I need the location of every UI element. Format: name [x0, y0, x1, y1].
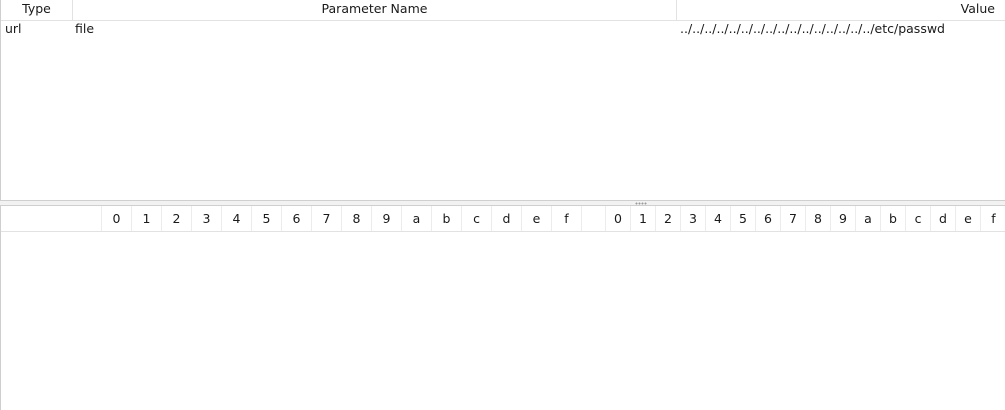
ascii-column-header: 2	[656, 206, 681, 231]
hex-column-header: 4	[222, 206, 252, 231]
ascii-column-header: 7	[781, 206, 806, 231]
param-value-cell: ../../../../../../../../../../../../../.…	[680, 21, 945, 36]
ascii-column-header: 5	[731, 206, 756, 231]
ascii-column-header: c	[906, 206, 931, 231]
ascii-column-header: 6	[756, 206, 781, 231]
hex-column-header: b	[432, 206, 462, 231]
hex-viewer-body[interactable]	[1, 232, 1005, 410]
ascii-column-header: 0	[606, 206, 631, 231]
hex-column-header: 0	[102, 206, 132, 231]
splitter-grip-icon[interactable]	[635, 202, 647, 205]
parameters-table[interactable]: Type Parameter Name Value url file ../..…	[0, 0, 1005, 201]
hex-ascii-separator	[582, 206, 606, 231]
ascii-column-header: e	[956, 206, 981, 231]
hex-column-header: 1	[132, 206, 162, 231]
param-type-cell: url	[5, 21, 22, 36]
ascii-column-header: b	[881, 206, 906, 231]
ascii-column-header: f	[991, 211, 996, 226]
ascii-column-header: 8	[806, 206, 831, 231]
column-header-parameter-name[interactable]: Parameter Name	[73, 0, 677, 20]
ascii-column-header: 9	[831, 206, 856, 231]
hex-column-header: 8	[342, 206, 372, 231]
ascii-column-header: 4	[706, 206, 731, 231]
hex-column-header: c	[462, 206, 492, 231]
hex-column-header: 5	[252, 206, 282, 231]
hex-column-header: e	[522, 206, 552, 231]
hex-column-header: d	[492, 206, 522, 231]
hex-column-header: 6	[282, 206, 312, 231]
hex-column-header: a	[402, 206, 432, 231]
parameters-table-header: Type Parameter Name Value	[1, 0, 1005, 21]
offset-column-header	[1, 206, 102, 231]
ascii-column-header: 1	[631, 206, 656, 231]
hex-viewer-header: 0123456789abcdef0123456789abcdef	[1, 206, 1005, 232]
hex-column-header: f	[552, 206, 582, 231]
request-inspector: Type Parameter Name Value url file ../..…	[0, 0, 1005, 410]
table-row[interactable]: url file ../../../../../../../../../../.…	[1, 21, 1005, 39]
column-header-value[interactable]: Value	[677, 0, 1005, 20]
column-header-type[interactable]: Type	[1, 0, 73, 20]
hex-viewer[interactable]: 0123456789abcdef0123456789abcdef	[0, 206, 1005, 410]
param-name-cell: file	[75, 21, 95, 36]
ascii-column-header: d	[931, 206, 956, 231]
hex-column-header: 7	[312, 206, 342, 231]
hex-column-header: 2	[162, 206, 192, 231]
ascii-column-header: a	[856, 206, 881, 231]
hex-column-header: 3	[192, 206, 222, 231]
hex-column-header: 9	[372, 206, 402, 231]
ascii-column-header: 3	[681, 206, 706, 231]
